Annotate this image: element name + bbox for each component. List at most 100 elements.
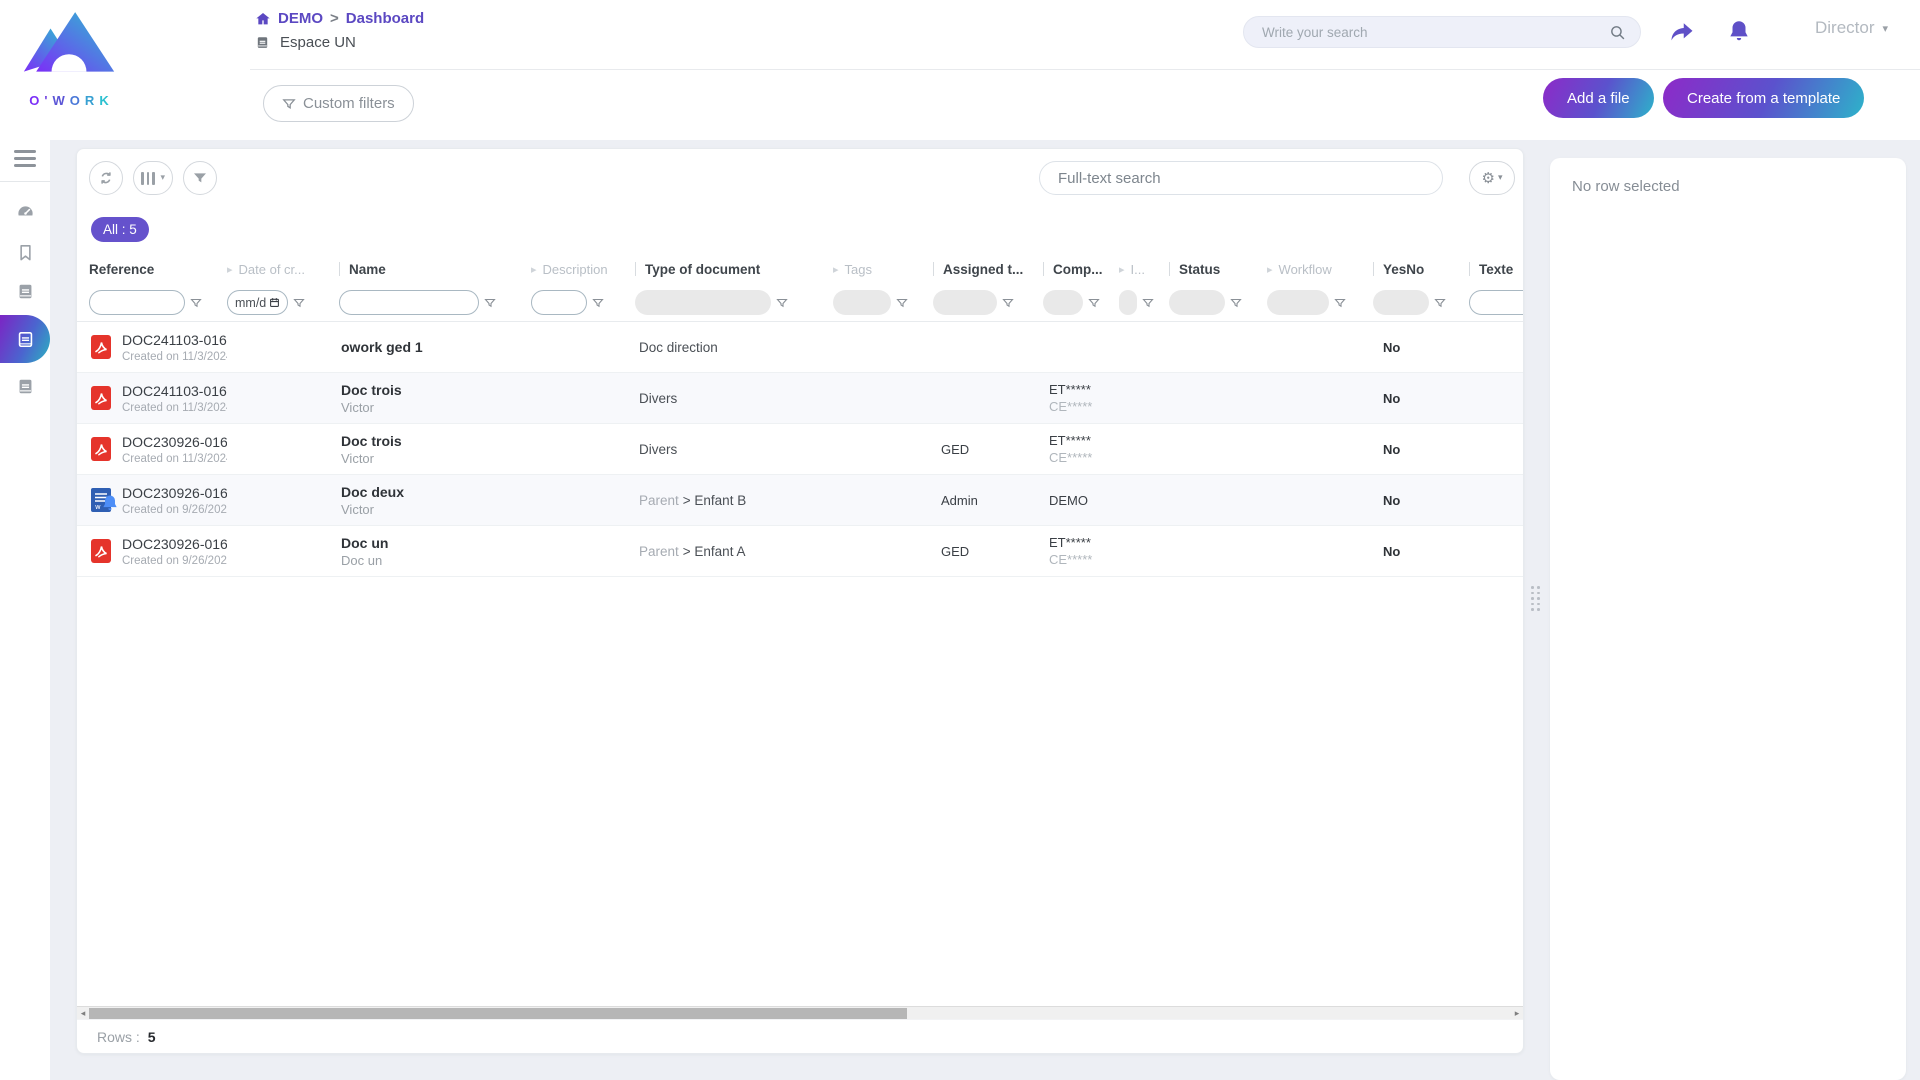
- column-header-date[interactable]: Date of cr...: [227, 262, 339, 277]
- pdf-file-icon: [91, 539, 113, 563]
- bell-icon: [1726, 18, 1752, 44]
- breadcrumb-home-link[interactable]: DEMO: [278, 10, 323, 27]
- tags-filter-select[interactable]: [833, 290, 891, 315]
- user-role-label: Director: [1815, 18, 1875, 38]
- type-filter-select[interactable]: [635, 290, 771, 315]
- notifications-button[interactable]: [1726, 18, 1752, 49]
- table-header-row: Reference Date of cr... Name Description…: [77, 254, 1523, 284]
- description-filter-input[interactable]: [531, 290, 587, 315]
- documents-table-card: ▾ ⚙ ▾ All : 5 Reference Date of cr... Na…: [76, 148, 1524, 1054]
- assigned-filter-select[interactable]: [933, 290, 997, 315]
- global-search-input[interactable]: [1262, 25, 1609, 40]
- share-arrow-icon: [1668, 18, 1696, 46]
- funnel-icon[interactable]: [592, 297, 604, 309]
- home-icon[interactable]: [255, 11, 271, 27]
- column-header-description[interactable]: Description: [531, 262, 635, 277]
- funnel-icon[interactable]: [896, 297, 908, 309]
- sidebar-item-documents-active[interactable]: [0, 315, 50, 363]
- funnel-icon[interactable]: [1002, 297, 1014, 309]
- column-header-yesno[interactable]: YesNo: [1373, 262, 1469, 277]
- filter-texte: [1469, 290, 1524, 315]
- sidebar-item-dashboard[interactable]: [0, 204, 50, 223]
- gear-icon: ⚙: [1482, 169, 1495, 187]
- workflow-filter-select[interactable]: [1267, 290, 1329, 315]
- menu-toggle-icon[interactable]: [14, 150, 36, 167]
- add-file-button[interactable]: Add a file: [1543, 78, 1654, 118]
- funnel-icon[interactable]: [776, 297, 788, 309]
- table-filter-row: mm/d: [77, 284, 1523, 322]
- i-filter-select[interactable]: [1119, 290, 1137, 315]
- date-filter-input[interactable]: mm/d: [227, 290, 288, 315]
- columns-button[interactable]: ▾: [133, 161, 173, 195]
- reference-filter-input[interactable]: [89, 290, 185, 315]
- top-bar: O ' W O R K DEMO > Dashboard Espace UN: [0, 0, 1920, 70]
- horizontal-scrollbar[interactable]: ◂ ▸: [77, 1006, 1523, 1020]
- funnel-icon: [192, 170, 208, 186]
- search-icon[interactable]: [1609, 24, 1626, 41]
- funnel-icon[interactable]: [1230, 297, 1242, 309]
- create-from-template-button[interactable]: Create from a template: [1663, 78, 1864, 118]
- column-header-reference[interactable]: Reference: [77, 262, 227, 277]
- table-toolbar: ▾ ⚙ ▾: [77, 149, 1523, 195]
- sidebar-item-library[interactable]: [0, 282, 50, 301]
- share-button[interactable]: [1668, 18, 1696, 51]
- company-filter-select[interactable]: [1043, 290, 1083, 315]
- scroll-right-arrow[interactable]: ▸: [1511, 1008, 1523, 1019]
- fulltext-search-input[interactable]: [1039, 161, 1443, 195]
- no-selection-message: No row selected: [1572, 178, 1884, 195]
- chevron-down-icon: ▾: [161, 173, 166, 183]
- table-row[interactable]: DOC241103-01627-0 Created on 11/3/2024 1…: [77, 373, 1523, 424]
- main-content: ▾ ⚙ ▾ All : 5 Reference Date of cr... Na…: [50, 140, 1920, 1080]
- user-menu[interactable]: Director ▾: [1815, 18, 1888, 38]
- column-header-name[interactable]: Name: [339, 262, 531, 277]
- funnel-icon[interactable]: [484, 297, 496, 309]
- breadcrumb-current[interactable]: Dashboard: [346, 10, 424, 27]
- panel-resize-handle[interactable]: [1531, 586, 1540, 611]
- filter-description: [531, 290, 635, 315]
- table-row[interactable]: DOC230926-01608-0 Created on 9/26/2023 3…: [77, 526, 1523, 577]
- filter-date: mm/d: [227, 290, 339, 315]
- book-icon: [16, 377, 35, 396]
- column-header-company[interactable]: Comp...: [1043, 262, 1119, 277]
- column-header-workflow[interactable]: Workflow: [1267, 262, 1373, 277]
- pdf-file-icon: [91, 437, 113, 461]
- funnel-icon[interactable]: [1088, 297, 1100, 309]
- funnel-icon[interactable]: [190, 297, 202, 309]
- word-document-icon: w: [91, 488, 113, 512]
- name-filter-input[interactable]: [339, 290, 479, 315]
- column-header-assigned[interactable]: Assigned t...: [933, 262, 1043, 277]
- column-header-texte[interactable]: Texte: [1469, 262, 1524, 277]
- filter-status: [1169, 290, 1267, 315]
- bell-badge-icon: [100, 491, 120, 515]
- column-header-status[interactable]: Status: [1169, 262, 1267, 277]
- funnel-icon[interactable]: [293, 297, 305, 309]
- scroll-left-arrow[interactable]: ◂: [77, 1008, 89, 1019]
- filter-button[interactable]: [183, 161, 217, 195]
- funnel-icon[interactable]: [1434, 297, 1446, 309]
- texte-filter-input[interactable]: [1469, 290, 1524, 315]
- filter-name: [339, 290, 531, 315]
- table-settings-button[interactable]: ⚙ ▾: [1469, 161, 1515, 195]
- custom-filters-button[interactable]: Custom filters: [263, 85, 414, 122]
- yesno-filter-select[interactable]: [1373, 290, 1429, 315]
- scrollbar-thumb[interactable]: [89, 1008, 907, 1019]
- column-header-type[interactable]: Type of document: [635, 262, 833, 277]
- table-row[interactable]: DOC241103-01635-0 Created on 11/3/2024 1…: [77, 322, 1523, 373]
- funnel-icon[interactable]: [1334, 297, 1346, 309]
- sidebar-item-bookmarks[interactable]: [0, 243, 50, 262]
- refresh-button[interactable]: [89, 161, 123, 195]
- funnel-icon[interactable]: [1142, 297, 1154, 309]
- chevron-down-icon: ▾: [1883, 22, 1889, 35]
- breadcrumb: DEMO > Dashboard Espace UN: [255, 10, 424, 51]
- rows-label: Rows :: [97, 1029, 140, 1045]
- all-rows-badge[interactable]: All : 5: [91, 217, 149, 242]
- table-row[interactable]: DOC230926-01610-3 Created on 11/3/2024 1…: [77, 424, 1523, 475]
- gauge-icon: [16, 204, 35, 223]
- sidebar-item-archive[interactable]: [0, 377, 50, 396]
- logo-wordmark: O ' W O R K: [14, 93, 124, 108]
- app-logo[interactable]: O ' W O R K: [14, 8, 124, 108]
- column-header-i[interactable]: I...: [1119, 262, 1169, 277]
- status-filter-select[interactable]: [1169, 290, 1225, 315]
- table-row[interactable]: w DOC230926-01609-0 Created on 9/26/2023…: [77, 475, 1523, 526]
- column-header-tags[interactable]: Tags: [833, 262, 933, 277]
